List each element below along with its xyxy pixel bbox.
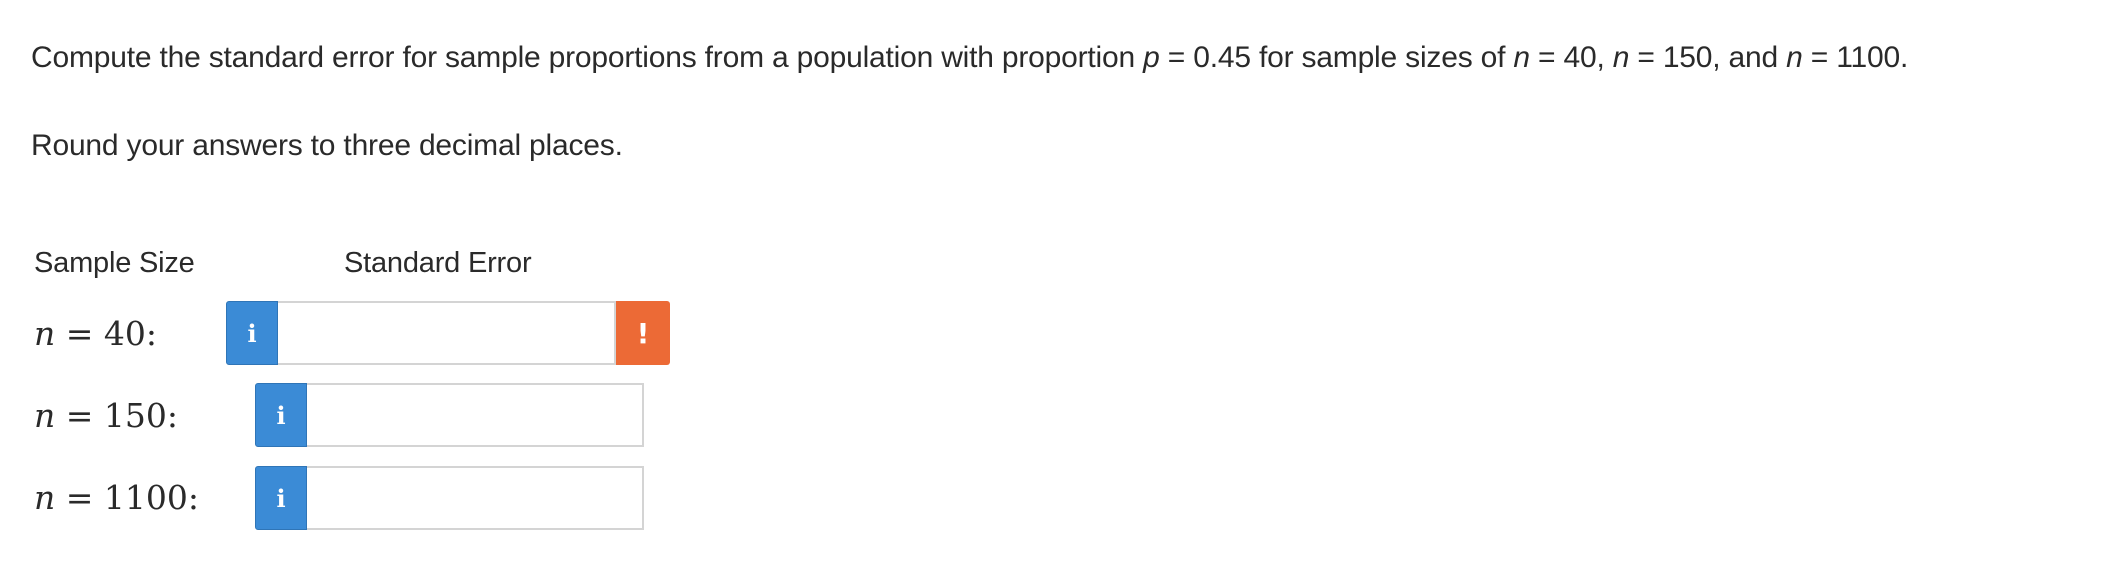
rounding-instruction: Round your answers to three decimal plac… [31, 129, 623, 162]
variable-n-2: n [1612, 41, 1630, 74]
row-label-var: n [34, 478, 56, 517]
row-label-n-1100: n = 1100: [34, 478, 199, 518]
row-label-var: n [34, 396, 56, 435]
info-icon[interactable]: i [255, 466, 307, 530]
question-n3-value: = 1100. [1802, 41, 1909, 74]
header-sample-size: Sample Size [34, 247, 195, 279]
row-label-value: = 1100: [55, 478, 199, 517]
standard-error-input-n-40[interactable] [278, 301, 616, 365]
standard-error-input-n-150[interactable] [307, 383, 644, 447]
row-label-n-150: n = 150: [34, 396, 178, 436]
header-standard-error: Standard Error [344, 247, 532, 279]
variable-n-1: n [1513, 41, 1530, 74]
info-icon[interactable]: i [226, 301, 278, 365]
info-icon[interactable]: i [255, 383, 307, 447]
question-n2-value: = 150, and [1629, 41, 1787, 74]
question-text: Compute the standard error for sample pr… [31, 40, 1908, 76]
row-label-n-40: n = 40: [34, 314, 157, 354]
question-prefix: Compute the standard error for sample pr… [31, 41, 1144, 74]
question-n1-value: = 40, [1529, 41, 1613, 74]
standard-error-input-n-1100[interactable] [307, 466, 644, 530]
row-label-var: n [34, 314, 56, 353]
row-label-value: = 150: [55, 396, 179, 435]
variable-p: p [1143, 41, 1160, 74]
question-p-value: = 0.45 for sample sizes of [1159, 41, 1514, 74]
variable-n-3: n [1786, 41, 1803, 74]
row-label-value: = 40: [55, 314, 158, 353]
exclamation-icon[interactable]: ! [616, 301, 670, 365]
